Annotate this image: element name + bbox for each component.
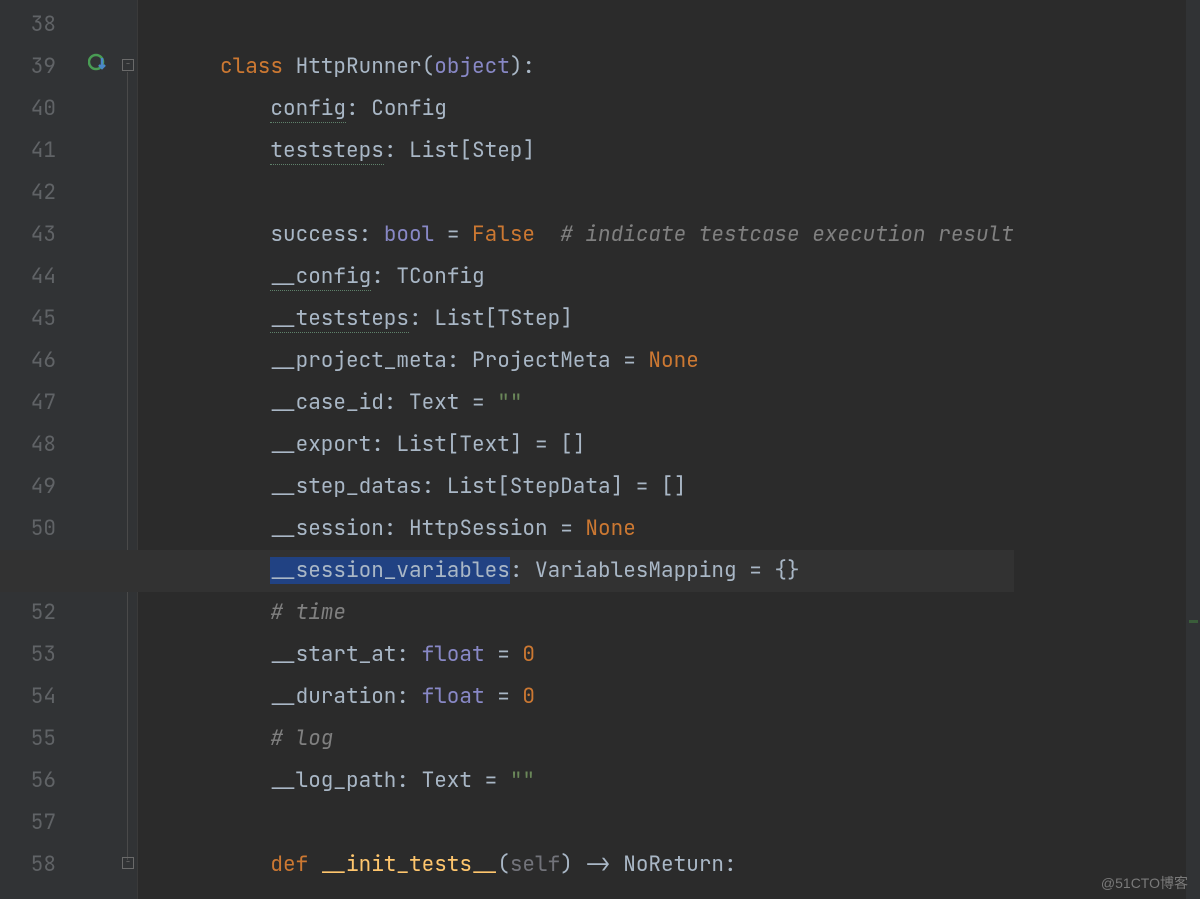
code-line[interactable]: __session: HttpSession = None xyxy=(220,508,1014,550)
line-number[interactable]: 49 xyxy=(0,466,82,508)
code-line[interactable]: __step_datas: List[StepData] = [] xyxy=(220,466,1014,508)
code-line[interactable]: __config: TConfig xyxy=(220,256,1014,298)
code-line[interactable]: __start_at: float = 0 xyxy=(220,634,1014,676)
code-line[interactable]: __case_id: Text = "" xyxy=(220,382,1014,424)
fold-guide xyxy=(127,72,128,860)
line-number[interactable]: 43 xyxy=(0,214,82,256)
line-number-gutter[interactable]: 3839404142434445464748495051525354555657… xyxy=(0,0,82,899)
fold-toggle-icon[interactable]: − xyxy=(122,59,134,71)
line-number[interactable]: 39 xyxy=(0,46,82,88)
line-number[interactable]: 52 xyxy=(0,592,82,634)
error-stripe[interactable] xyxy=(1186,0,1200,899)
line-number[interactable]: 40 xyxy=(0,88,82,130)
line-number[interactable]: 48 xyxy=(0,424,82,466)
line-number[interactable]: 55 xyxy=(0,718,82,760)
code-line[interactable]: # log xyxy=(220,718,1014,760)
code-line[interactable] xyxy=(220,172,1014,214)
line-number[interactable]: 46 xyxy=(0,340,82,382)
line-number[interactable]: 54 xyxy=(0,676,82,718)
code-area[interactable]: class HttpRunner(object): config: Config… xyxy=(220,0,1014,899)
gutter-annotations: − − xyxy=(82,0,138,899)
code-line[interactable]: # time xyxy=(220,592,1014,634)
line-number[interactable]: 50 xyxy=(0,508,82,550)
code-line[interactable]: __project_meta: ProjectMeta = None xyxy=(220,340,1014,382)
code-line[interactable]: success: bool = False # indicate testcas… xyxy=(220,214,1014,256)
line-number[interactable]: 47 xyxy=(0,382,82,424)
code-line[interactable] xyxy=(220,802,1014,844)
code-line[interactable]: def __init_tests__(self) -> NoReturn: xyxy=(220,844,1014,886)
line-number[interactable]: 41 xyxy=(0,130,82,172)
code-line[interactable]: teststeps: List[Step] xyxy=(220,130,1014,172)
code-line[interactable]: __session_variables: VariablesMapping = … xyxy=(0,550,1014,592)
code-line[interactable]: class HttpRunner(object): xyxy=(220,46,1014,88)
line-number[interactable]: 38 xyxy=(0,4,82,46)
code-line[interactable] xyxy=(220,4,1014,46)
line-number[interactable]: 57 xyxy=(0,802,82,844)
line-number[interactable]: 53 xyxy=(0,634,82,676)
stripe-mark[interactable] xyxy=(1189,620,1198,623)
line-number[interactable]: 58 xyxy=(0,844,82,886)
code-line[interactable]: __duration: float = 0 xyxy=(220,676,1014,718)
code-line[interactable]: __log_path: Text = "" xyxy=(220,760,1014,802)
line-number[interactable]: 56 xyxy=(0,760,82,802)
line-number[interactable]: 45 xyxy=(0,298,82,340)
code-line[interactable]: config: Config xyxy=(220,88,1014,130)
code-line[interactable]: __export: List[Text] = [] xyxy=(220,424,1014,466)
line-number[interactable]: 44 xyxy=(0,256,82,298)
override-icon[interactable] xyxy=(88,52,108,72)
fold-toggle-icon[interactable]: − xyxy=(122,857,134,869)
code-editor[interactable]: 3839404142434445464748495051525354555657… xyxy=(0,0,1200,899)
watermark: @51CTO博客 xyxy=(1101,873,1188,893)
code-line[interactable]: __teststeps: List[TStep] xyxy=(220,298,1014,340)
line-number[interactable]: 42 xyxy=(0,172,82,214)
